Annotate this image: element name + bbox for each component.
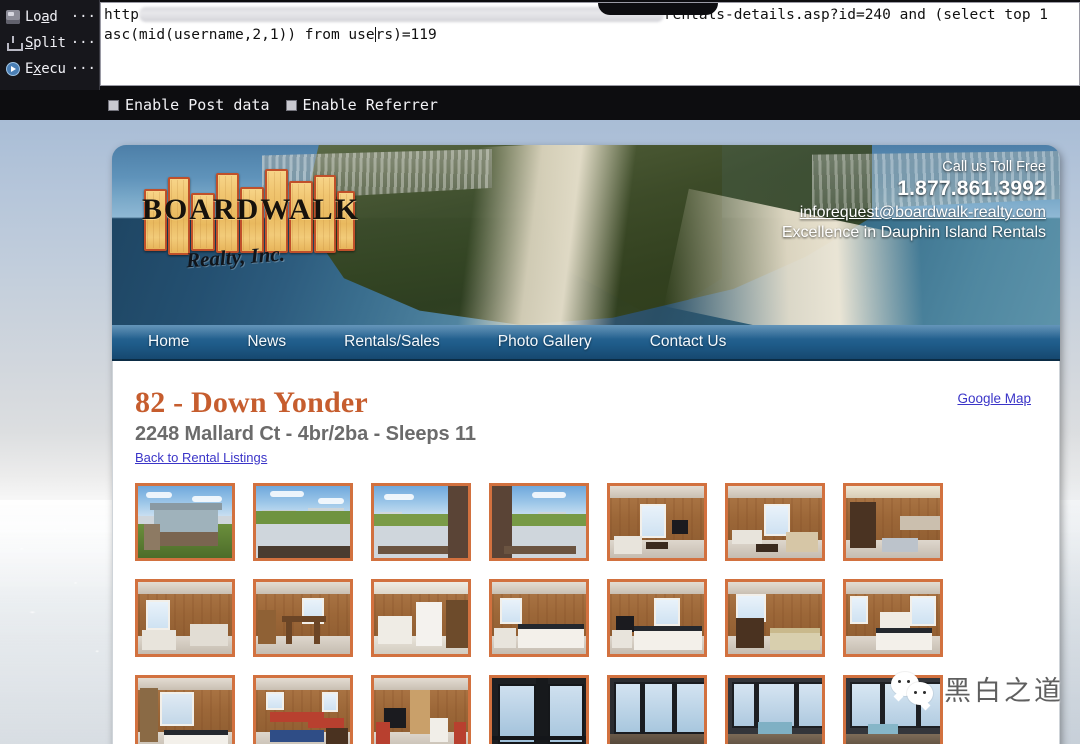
thumbnail-dining-area[interactable] [253, 578, 353, 657]
thumbnail-screened-porch-2[interactable] [607, 674, 707, 744]
url-redacted-region [138, 7, 664, 22]
tagline: Excellence in Dauphin Island Rentals [781, 223, 1046, 241]
thumbnail-bedroom-5[interactable] [135, 674, 235, 744]
nav-item-home[interactable]: Home [148, 333, 219, 351]
url-payload-text-tail: rs)=119 [375, 27, 437, 43]
thumbnail-screened-porch-3[interactable] [725, 674, 825, 744]
thumbnail-canal-view-houses[interactable] [253, 482, 353, 561]
logo-wordmark: BOARDWALK [142, 193, 361, 226]
enable-referrer-checkbox[interactable]: Enable Referrer [285, 96, 438, 114]
load-icon [6, 10, 20, 24]
nav-item-rentals-sales[interactable]: Rentals/Sales [316, 333, 470, 351]
listing-subtitle: 2248 Mallard Ct - 4br/2ba - Sleeps 11 [135, 422, 476, 445]
thumbnail-living-room-kitchen[interactable] [843, 482, 943, 561]
main-navigation: Home News Rentals/Sales Photo Gallery Co… [112, 325, 1060, 361]
url-query-text: rentals-details.asp?id=240 and (select t… [663, 7, 1049, 23]
thumbnail-kitchen[interactable] [371, 578, 471, 657]
thumbnail-canal-view-dock-left[interactable] [371, 482, 471, 561]
thumbnail-bunk-room[interactable] [253, 674, 353, 744]
thumbnail-bedroom-1[interactable] [489, 578, 589, 657]
url-scheme-text: http [104, 7, 139, 23]
thumbnail-hallway-living[interactable] [371, 674, 471, 744]
split-button[interactable]: Split ··· [4, 30, 99, 56]
url-box-top-notch [598, 3, 718, 15]
checkbox-icon [285, 99, 297, 111]
nav-item-contact-us[interactable]: Contact Us [622, 333, 757, 351]
enable-referrer-label: Enable Referrer [302, 96, 438, 114]
browser-viewport: BOARDWALK Realty, Inc. Call us Toll Free… [0, 120, 1080, 744]
url-input[interactable]: http rentals-details.asp?id=240 and (sele… [100, 2, 1080, 86]
thumbnail-canal-view-dock-right[interactable] [489, 482, 589, 561]
load-button-label: Load [25, 9, 58, 25]
nav-item-news[interactable]: News [219, 333, 316, 351]
checkbox-icon [108, 99, 119, 111]
listing-header: 82 - Down Yonder 2248 Mallard Ct - 4br/2… [135, 387, 1035, 467]
enable-post-data-label: Enable Post data [125, 96, 270, 114]
nav-item-photo-gallery[interactable]: Photo Gallery [470, 333, 622, 351]
page-title: 82 - Down Yonder [135, 386, 368, 419]
url-payload-text: asc(mid(username,2,1)) from use [104, 27, 375, 43]
tool-options-row: Enable Post data Enable Referrer [100, 90, 1080, 120]
load-button-ellipsis: ··· [70, 9, 96, 25]
split-icon [6, 36, 23, 51]
thumbnail-bedroom-4[interactable] [843, 578, 943, 657]
enable-post-data-checkbox[interactable]: Enable Post data [108, 96, 270, 114]
split-button-ellipsis: ··· [70, 35, 96, 51]
toll-free-label: Call us Toll Free [942, 159, 1046, 175]
header-contact-block: Call us Toll Free 1.877.861.3992 inforeq… [716, 159, 1046, 243]
execute-button-label: Execu [25, 61, 66, 77]
thumbnail-exterior-stilt-house[interactable] [135, 482, 235, 561]
split-button-label: Split [25, 35, 66, 51]
url-input-line-1: http rentals-details.asp?id=240 and (sele… [104, 5, 1079, 25]
thumbnail-screened-porch-1[interactable] [489, 674, 589, 744]
site-masthead: BOARDWALK Realty, Inc. Call us Toll Free… [112, 145, 1060, 325]
execute-button-ellipsis: ··· [70, 61, 96, 77]
thumbnail-living-room-2[interactable] [725, 482, 825, 561]
execute-icon [6, 62, 20, 76]
back-to-rental-listings-link[interactable]: Back to Rental Listings [135, 450, 267, 465]
tool-command-buttons: Load ··· Split ··· Execu ··· [0, 0, 100, 90]
page-content: 82 - Down Yonder 2248 Mallard Ct - 4br/2… [112, 361, 1060, 744]
load-button[interactable]: Load ··· [4, 4, 99, 30]
email-link[interactable]: inforequest@boardwalk-realty.com [716, 204, 1046, 223]
screen: Load ··· Split ··· Execu ··· http rentals… [0, 0, 1080, 744]
sqli-tool-toolbar: Load ··· Split ··· Execu ··· http rentals… [0, 0, 1080, 120]
photo-thumbnail-grid [135, 482, 1035, 744]
thumbnail-living-room-3[interactable] [135, 578, 235, 657]
website-container: BOARDWALK Realty, Inc. Call us Toll Free… [112, 145, 1060, 744]
execute-button[interactable]: Execu ··· [4, 56, 99, 82]
thumbnail-screened-porch-4[interactable] [843, 674, 943, 744]
thumbnail-bedroom-3[interactable] [725, 578, 825, 657]
url-input-line-2: asc(mid(username,2,1)) from users)=119 [104, 25, 1079, 45]
phone-number: 1.877.861.3992 [897, 177, 1046, 201]
thumbnail-bedroom-2[interactable] [607, 578, 707, 657]
google-map-link[interactable]: Google Map [957, 391, 1031, 406]
boardwalk-logo[interactable]: BOARDWALK Realty, Inc. [142, 167, 361, 297]
thumbnail-living-room-1[interactable] [607, 482, 707, 561]
